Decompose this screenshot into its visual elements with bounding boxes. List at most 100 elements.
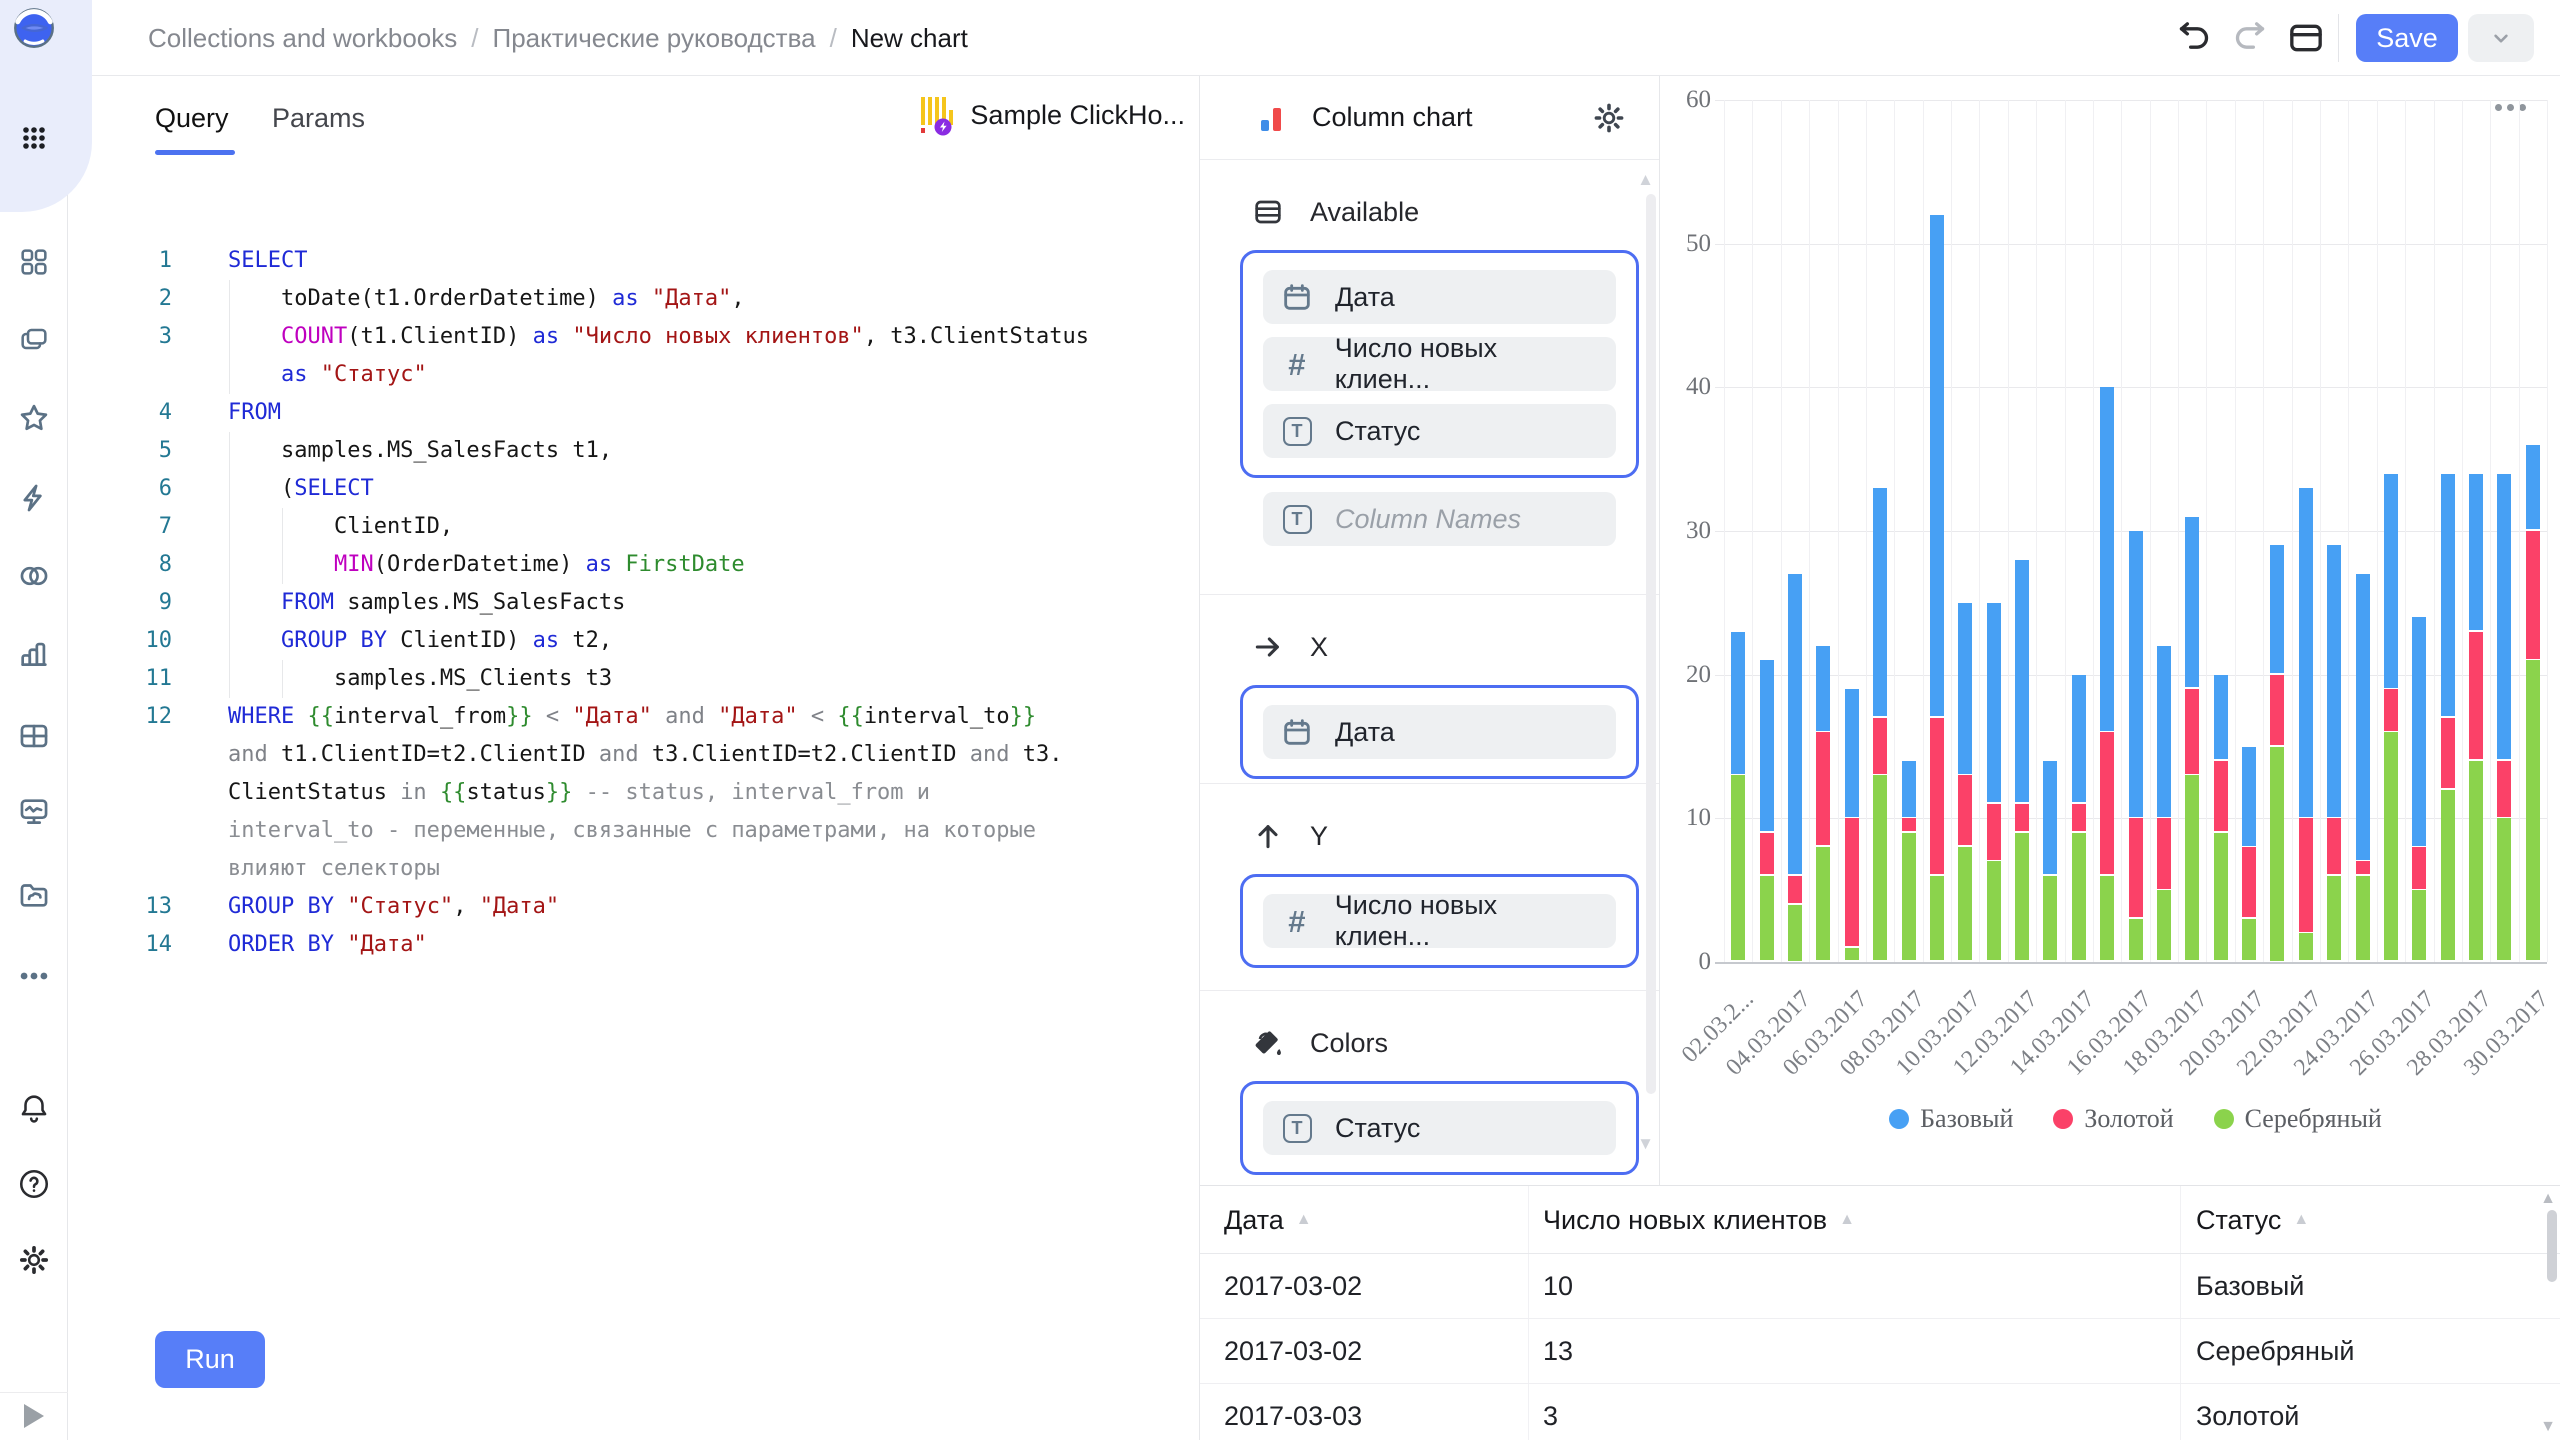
services-grid-icon[interactable] <box>14 242 54 282</box>
bar-segment[interactable] <box>2072 833 2086 961</box>
bar-segment[interactable] <box>1930 876 1944 961</box>
bar-segment[interactable] <box>2157 646 2171 817</box>
bar-segment[interactable] <box>2412 847 2426 889</box>
bar-segment[interactable] <box>1873 718 1887 774</box>
bar-segment[interactable] <box>2299 488 2313 817</box>
bar-segment[interactable] <box>2100 732 2114 874</box>
redo-icon[interactable] <box>2230 18 2270 58</box>
bar-segment[interactable] <box>2185 775 2199 960</box>
bar-segment[interactable] <box>2356 574 2370 860</box>
panel-scroll-up-icon[interactable]: ▲ <box>1637 170 1654 190</box>
bar-segment[interactable] <box>1816 847 1830 960</box>
bar-segment[interactable] <box>2214 833 2228 961</box>
bar-segment[interactable] <box>1760 660 1774 831</box>
bar-segment[interactable] <box>2043 761 2057 874</box>
bar-segment[interactable] <box>2497 761 2511 817</box>
notifications-bell-icon[interactable] <box>14 1088 54 1128</box>
bar-segment[interactable] <box>2412 617 2426 845</box>
bar-segment[interactable] <box>2384 474 2398 688</box>
bar-segment[interactable] <box>2129 531 2143 817</box>
charts-icon[interactable] <box>14 634 54 674</box>
bar-segment[interactable] <box>1873 775 1887 960</box>
favorites-star-icon[interactable] <box>14 398 54 438</box>
table-scroll-up-icon[interactable]: ▲ <box>2540 1190 2556 1208</box>
bar-segment[interactable] <box>2356 876 2370 961</box>
bar-segment[interactable] <box>2384 732 2398 960</box>
bar-segment[interactable] <box>1845 818 1859 946</box>
bar-segment[interactable] <box>1902 833 1916 961</box>
field-pill[interactable]: Дата <box>1263 270 1616 324</box>
bar-segment[interactable] <box>1902 761 1916 817</box>
tab-query[interactable]: Query <box>155 76 229 160</box>
field-pill[interactable]: TСтатус <box>1263 1101 1616 1155</box>
dropzone-available[interactable]: Дата #Число новых клиен... TСтатус <box>1240 250 1639 478</box>
bar-segment[interactable] <box>2015 804 2029 831</box>
bar-segment[interactable] <box>1958 775 1972 845</box>
apps-grid-icon[interactable] <box>14 118 54 158</box>
bar-segment[interactable] <box>2384 689 2398 731</box>
bar-segment[interactable] <box>2242 847 2256 917</box>
table-scrollbar[interactable] <box>2547 1210 2557 1282</box>
datalens-logo[interactable] <box>14 8 54 48</box>
bar-segment[interactable] <box>2270 545 2284 673</box>
dataset-chip[interactable]: Sample ClickHo... <box>918 94 1185 136</box>
dashboards-monitor-icon[interactable] <box>14 792 54 832</box>
collections-icon[interactable] <box>14 320 54 360</box>
bar-segment[interactable] <box>1816 646 1830 731</box>
bar-segment[interactable] <box>2242 747 2256 846</box>
panel-scrollbar[interactable] <box>1646 194 1656 1094</box>
tables-icon[interactable] <box>14 716 54 756</box>
bar-segment[interactable] <box>2015 560 2029 803</box>
bar-segment[interactable] <box>2185 689 2199 774</box>
bar-segment[interactable] <box>2469 632 2483 760</box>
bar-segment[interactable] <box>2043 876 2057 961</box>
bar-segment[interactable] <box>2072 804 2086 831</box>
chart-type-label[interactable]: Column chart <box>1312 102 1473 133</box>
legend-item[interactable]: Золотой <box>2053 1104 2173 1134</box>
storage-folder-icon[interactable] <box>14 874 54 914</box>
sidebar-expand-icon[interactable] <box>24 1404 44 1428</box>
bar-segment[interactable] <box>2327 545 2341 817</box>
bar-segment[interactable] <box>2270 747 2284 961</box>
bar-segment[interactable] <box>1987 861 2001 960</box>
legend-item[interactable]: Базовый <box>1889 1104 2013 1134</box>
bar-segment[interactable] <box>2072 675 2086 803</box>
bar-segment[interactable] <box>2100 876 2114 961</box>
bar-segment[interactable] <box>2356 861 2370 874</box>
breadcrumb-item[interactable]: Collections and workbooks <box>148 23 457 54</box>
bar-segment[interactable] <box>1731 632 1745 774</box>
tab-params[interactable]: Params <box>272 76 365 160</box>
bar-segment[interactable] <box>1987 804 2001 860</box>
field-pill[interactable]: Дата <box>1263 705 1616 759</box>
settings-gear-icon[interactable] <box>14 1240 54 1280</box>
undo-icon[interactable] <box>2174 18 2214 58</box>
bar-segment[interactable] <box>2299 933 2313 960</box>
bar-segment[interactable] <box>2185 517 2199 688</box>
dropzone-colors[interactable]: TСтатус <box>1240 1081 1639 1175</box>
layout-panel-icon[interactable] <box>2286 18 2326 58</box>
field-pill[interactable]: #Число новых клиен... <box>1263 894 1616 948</box>
bar-segment[interactable] <box>2129 818 2143 917</box>
bar-segment[interactable] <box>1902 818 1916 831</box>
dropzone-y[interactable]: #Число новых клиен... <box>1240 874 1639 968</box>
bar-segment[interactable] <box>2214 761 2228 831</box>
chart-settings-gear-icon[interactable] <box>1591 100 1627 136</box>
datasets-circles-icon[interactable] <box>14 556 54 596</box>
bar-segment[interactable] <box>1958 847 1972 960</box>
field-pill[interactable]: TColumn Names <box>1263 492 1616 546</box>
field-pill[interactable]: #Число новых клиен... <box>1263 337 1616 391</box>
save-button[interactable]: Save <box>2356 14 2458 62</box>
field-pill[interactable]: TСтатус <box>1263 404 1616 458</box>
bar-segment[interactable] <box>1788 876 1802 903</box>
bar-segment[interactable] <box>2100 387 2114 730</box>
bar-segment[interactable] <box>1930 215 1944 716</box>
bar-segment[interactable] <box>2412 890 2426 960</box>
bar-segment[interactable] <box>1816 732 1830 845</box>
bar-segment[interactable] <box>2327 876 2341 961</box>
help-icon[interactable] <box>14 1164 54 1204</box>
column-header-3[interactable]: Статус▲ <box>2196 1186 2309 1254</box>
save-options-button[interactable] <box>2468 14 2534 62</box>
connections-lightning-icon[interactable] <box>14 478 54 518</box>
bar-segment[interactable] <box>2299 818 2313 931</box>
bar-segment[interactable] <box>2526 445 2540 530</box>
